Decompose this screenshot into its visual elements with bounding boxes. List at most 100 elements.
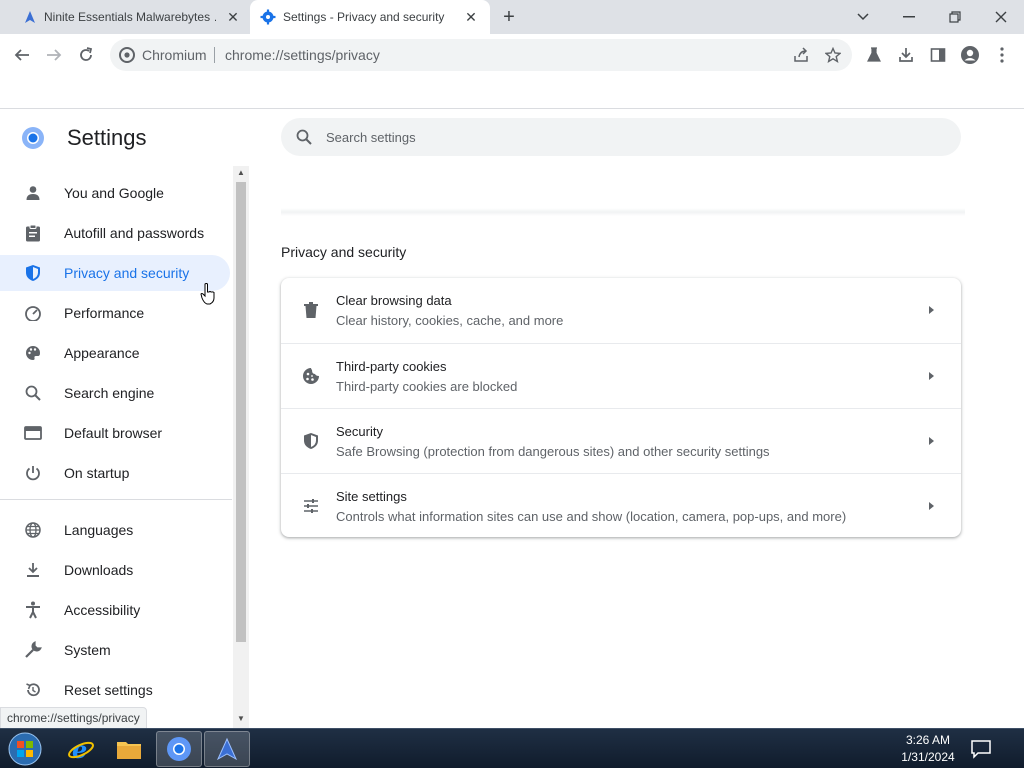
clear-browsing-data-row[interactable]: Clear browsing data Clear history, cooki…	[281, 278, 961, 343]
sidebar-item-you-and-google[interactable]: You and Google	[0, 175, 230, 211]
gear-icon	[260, 9, 276, 25]
sidebar-item-label: On startup	[64, 465, 130, 481]
shield-icon	[301, 431, 321, 451]
tab-settings[interactable]: Settings - Privacy and security ✕	[250, 0, 490, 34]
sidebar-item-privacy[interactable]: Privacy and security	[0, 255, 230, 291]
url-text[interactable]: chrome://settings/privacy	[225, 47, 380, 63]
new-tab-button[interactable]: +	[498, 6, 520, 28]
sidebar-item-label: Autofill and passwords	[64, 225, 205, 241]
tab-search-button[interactable]	[840, 0, 886, 34]
sidebar-item-accessibility[interactable]: Accessibility	[0, 592, 230, 628]
arrow-right-icon	[929, 372, 934, 380]
reload-button[interactable]	[73, 42, 99, 68]
sidebar-item-languages[interactable]: Languages	[0, 512, 230, 548]
site-settings-row[interactable]: Site settings Controls what information …	[281, 473, 961, 538]
menu-button[interactable]	[989, 42, 1015, 68]
downloads-button[interactable]	[893, 42, 919, 68]
sidebar-item-appearance[interactable]: Appearance	[0, 335, 230, 371]
address-bar[interactable]: Chromium chrome://settings/privacy	[110, 39, 852, 71]
sidebar-item-label: Languages	[64, 522, 134, 538]
row-subtitle: Controls what information sites can use …	[336, 509, 847, 524]
row-subtitle: Third-party cookies are blocked	[336, 379, 518, 394]
sidebar-item-search-engine[interactable]: Search engine	[0, 375, 230, 411]
taskbar-file-explorer[interactable]	[106, 731, 152, 767]
folder-icon	[117, 742, 141, 759]
tab-strip: Ninite Essentials Malwarebytes … ✕ Setti…	[0, 0, 1024, 34]
sidebar-item-default-browser[interactable]: Default browser	[0, 415, 230, 451]
chevron-down-icon	[857, 13, 869, 21]
system-clock[interactable]: 3:26 AM 1/31/2024	[880, 732, 976, 766]
row-title: Third-party cookies	[336, 359, 447, 374]
shield-icon	[24, 264, 42, 282]
action-center-icon[interactable]	[970, 739, 992, 759]
scroll-up-arrow-icon[interactable]: ▲	[236, 168, 246, 178]
status-url-bubble: chrome://settings/privacy	[0, 707, 147, 729]
arrow-right-icon	[929, 437, 934, 445]
sidebar-item-reset[interactable]: Reset settings	[0, 672, 230, 708]
bookmark-star-icon[interactable]	[824, 46, 842, 64]
ninite-icon	[216, 737, 238, 761]
section-title: Privacy and security	[281, 244, 407, 260]
scrollbar-thumb[interactable]	[236, 182, 246, 642]
browser-toolbar: Chromium chrome://settings/privacy	[0, 34, 1024, 76]
labs-button[interactable]	[861, 42, 887, 68]
close-window-button[interactable]	[978, 0, 1024, 34]
privacy-card: Clear browsing data Clear history, cooki…	[281, 278, 961, 537]
ninite-icon	[25, 11, 35, 23]
sliders-icon	[301, 496, 321, 516]
speedometer-icon	[24, 304, 42, 322]
accessibility-icon	[24, 601, 42, 619]
minimize-button[interactable]	[886, 0, 932, 34]
third-party-cookies-row[interactable]: Third-party cookies Third-party cookies …	[281, 343, 961, 408]
sidebar-item-downloads[interactable]: Downloads	[0, 552, 230, 588]
settings-search[interactable]	[281, 118, 961, 156]
tab-title: Ninite Essentials Malwarebytes …	[44, 10, 216, 24]
windows-taskbar: e 3:26 AM 1/31/2024	[0, 728, 1024, 768]
windows-start-button[interactable]	[6, 731, 44, 767]
forward-button[interactable]	[41, 42, 67, 68]
cookie-icon	[301, 366, 321, 386]
minimize-icon	[903, 16, 915, 18]
share-icon[interactable]	[792, 46, 810, 64]
profile-button[interactable]	[957, 42, 983, 68]
tab-close-button[interactable]: ✕	[462, 8, 480, 26]
page-title: Settings	[67, 125, 147, 150]
sidebar-item-label: Default browser	[64, 425, 163, 441]
download-icon	[24, 561, 42, 579]
side-panel-button[interactable]	[925, 42, 951, 68]
taskbar-ninite[interactable]	[204, 731, 250, 767]
sidebar-item-label: Appearance	[64, 345, 140, 361]
power-icon	[24, 464, 42, 482]
search-icon	[296, 129, 312, 145]
restore-icon	[949, 11, 961, 23]
tab-title: Settings - Privacy and security	[283, 10, 445, 24]
row-subtitle: Clear history, cookies, cache, and more	[336, 313, 564, 328]
chromium-icon	[119, 47, 135, 63]
trash-icon	[301, 300, 321, 320]
taskbar-internet-explorer[interactable]: e	[58, 731, 104, 767]
sidebar-item-label: Downloads	[64, 562, 134, 578]
search-input[interactable]	[326, 127, 926, 147]
sidebar-item-performance[interactable]: Performance	[0, 295, 230, 331]
security-row[interactable]: Security Safe Browsing (protection from …	[281, 408, 961, 473]
hand-cursor-icon	[200, 283, 215, 305]
reload-icon	[80, 47, 93, 61]
restore-button[interactable]	[932, 0, 978, 34]
taskbar-chromium[interactable]	[156, 731, 202, 767]
back-button[interactable]	[9, 42, 35, 68]
sidebar-item-autofill[interactable]: Autofill and passwords	[0, 215, 230, 251]
scroll-down-arrow-icon[interactable]: ▼	[236, 714, 246, 724]
internet-explorer-icon: e	[68, 735, 94, 763]
tab-close-button[interactable]: ✕	[224, 8, 242, 26]
chromium-icon	[167, 737, 191, 761]
back-arrow-icon	[14, 49, 29, 61]
sidebar-item-on-startup[interactable]: On startup	[0, 455, 230, 491]
browser-icon	[24, 424, 42, 442]
content-separator	[281, 208, 965, 216]
more-vert-icon	[1000, 47, 1004, 63]
tab-ninite[interactable]: Ninite Essentials Malwarebytes … ✕	[12, 0, 246, 34]
sidebar-item-system[interactable]: System	[0, 632, 230, 668]
person-icon	[24, 184, 42, 202]
sidebar-item-label: Performance	[64, 305, 145, 321]
forward-arrow-icon	[47, 49, 62, 61]
